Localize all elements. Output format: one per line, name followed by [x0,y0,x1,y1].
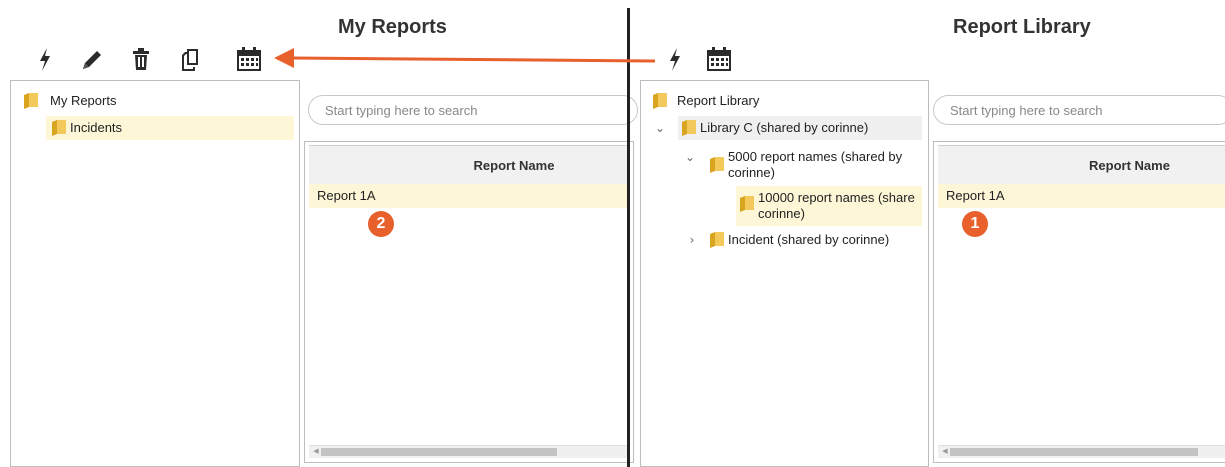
report-name-cell: Report 1A [317,188,376,203]
folder-icon [740,196,754,212]
tree-item-label: Incident (shared by corinne) [728,232,890,247]
tree-item-incident[interactable]: Incident (shared by corinne) [710,232,889,248]
table-row[interactable]: Report 1A [309,184,629,208]
tree-item-5000-report-names[interactable]: 5000 report names (shared by corinne) [710,149,902,181]
calendar-icon[interactable] [236,44,262,74]
chevron-down-icon[interactable]: ⌄ [654,121,666,135]
tree-item-my-reports[interactable]: My Reports [24,93,116,109]
lightning-icon[interactable] [32,44,58,74]
tree-item-library-c[interactable]: Library C (shared by corinne) [682,120,868,136]
pane-divider [627,8,630,467]
folder-icon [24,93,38,109]
tree-item-label-line1: 5000 report names (shared by [728,149,903,164]
tree-item-label-line1: 10000 report names (share [758,190,915,205]
tree-item-label: Incidents [70,120,123,135]
chevron-down-icon[interactable]: ⌄ [684,150,696,164]
folder-icon [52,120,66,136]
table-row[interactable]: Report 1A [938,184,1225,208]
report-name-cell: Report 1A [946,188,1005,203]
my-reports-search-input[interactable] [308,95,638,125]
trash-icon[interactable] [128,44,154,74]
horizontal-scrollbar[interactable]: ◀ [938,445,1225,458]
folder-icon [682,120,696,136]
folder-icon [710,232,724,248]
tree-item-report-library[interactable]: Report Library [653,93,759,109]
report-library-title: Report Library [953,16,1091,38]
report-name-column-header[interactable]: Report Name [938,145,1225,185]
tree-item-incidents[interactable]: Incidents [52,120,122,136]
lightning-icon[interactable] [662,44,688,74]
scrollbar-thumb[interactable] [321,448,557,456]
horizontal-scrollbar[interactable]: ◀ [309,445,629,458]
scroll-left-icon[interactable]: ◀ [311,446,321,458]
chevron-right-icon[interactable]: › [686,233,698,247]
tree-item-label-line2: corinne) [728,165,775,180]
tree-item-10000-report-names[interactable]: 10000 report names (share corinne) [740,190,922,222]
pencil-icon[interactable] [78,44,104,74]
scrollbar-thumb[interactable] [950,448,1198,456]
copy-direction-arrow [274,48,656,68]
column-header-label: Report Name [1089,157,1170,173]
folder-icon [710,157,724,173]
tree-item-label: My Reports [50,93,117,108]
tree-item-label: Report Library [677,93,760,108]
column-header-label: Report Name [473,157,555,173]
report-library-search-input[interactable] [933,95,1225,125]
calendar-icon[interactable] [706,44,732,74]
my-reports-title: My Reports [338,16,447,38]
folder-icon [653,93,667,109]
scroll-left-icon[interactable]: ◀ [940,446,950,458]
tree-item-label-line2: corinne) [758,206,805,221]
report-name-column-header[interactable]: Report Name [309,145,629,185]
tree-item-label: Library C (shared by corinne) [700,120,869,135]
copy-icon[interactable] [178,44,204,74]
step-badge-2: 2 [368,211,394,237]
step-badge-1: 1 [962,211,988,237]
